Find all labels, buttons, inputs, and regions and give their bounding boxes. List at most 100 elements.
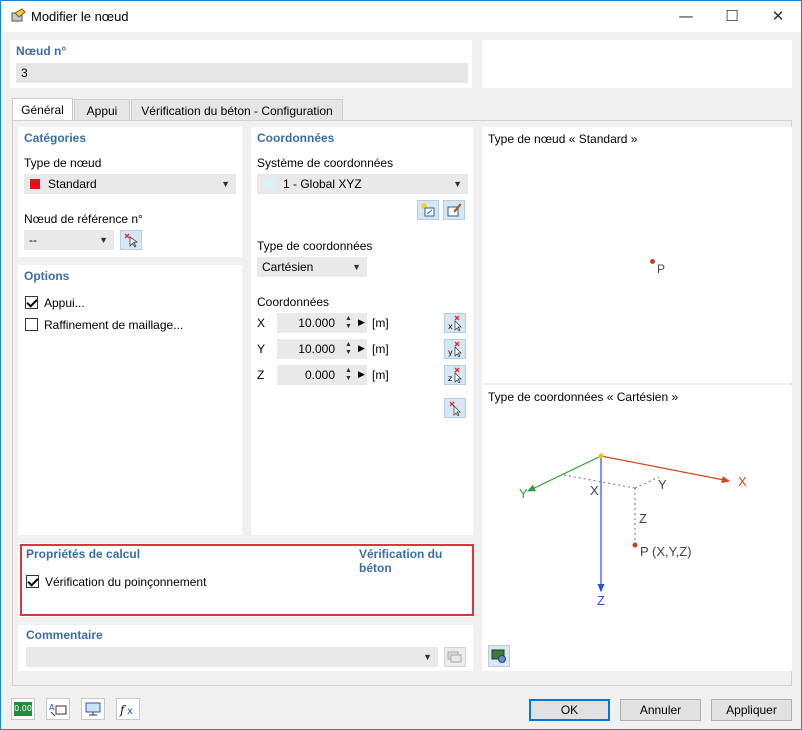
new-coordinate-system-button[interactable] <box>417 200 439 220</box>
display-settings-icon <box>85 702 101 716</box>
coordinate-y-input[interactable]: 10.000 <box>277 339 367 359</box>
node-numbering-icon: A <box>49 703 67 717</box>
coordinate-system-select[interactable]: 1 - Global XYZ ▼ <box>257 174 468 194</box>
coordinate-type-label: Type de coordonnées <box>257 239 373 253</box>
pick-reference-node-button[interactable] <box>120 230 142 250</box>
tab-support[interactable]: Appui <box>74 99 130 121</box>
formula-button[interactable]: fx <box>116 698 140 720</box>
chevron-down-icon: ▼ <box>99 235 108 245</box>
pick-x-icon: x <box>448 315 462 331</box>
coordinates-panel: Coordonnées Système de coordonnées 1 - G… <box>251 127 473 535</box>
reference-node-select[interactable]: -- ▼ <box>24 230 114 250</box>
window-title: Modifier le nœud <box>31 9 129 24</box>
comment-title: Commentaire <box>26 628 103 642</box>
pick-y-button[interactable]: y <box>444 339 466 359</box>
svg-text:y: y <box>448 348 453 357</box>
ok-button[interactable]: OK <box>529 699 610 721</box>
axis-x-label: X <box>257 316 266 330</box>
node-point <box>650 259 655 264</box>
node-type-preview: Type de nœud « Standard » P <box>482 127 792 383</box>
coordinate-x-input[interactable]: 10.000 <box>277 313 367 333</box>
tab-general[interactable]: Général <box>12 98 73 122</box>
mesh-refinement-checkbox-label[interactable]: Raffinement de maillage... <box>44 318 183 332</box>
categories-panel: Catégories Type de nœud Standard ▼ Nœud … <box>18 127 242 257</box>
z-axis-label: Z <box>597 593 605 608</box>
z-coord-label: Z <box>639 511 647 526</box>
x-spinner-icon[interactable]: ▲ ▼ <box>345 315 352 331</box>
decimal-places-icon: 0.00 <box>14 702 32 716</box>
x-unit: [m] <box>372 316 389 330</box>
preview-options-button[interactable] <box>488 645 510 667</box>
node-type-select[interactable]: Standard ▼ <box>24 174 236 194</box>
target-point <box>632 542 638 548</box>
coordinates-label: Coordonnées <box>257 295 330 309</box>
dialog-window: Modifier le nœud — ☐ ✕ Nœud n° 3 Général… <box>0 0 802 730</box>
display-settings-button[interactable] <box>81 698 105 720</box>
y-spinner-icon[interactable]: ▲ ▼ <box>345 341 352 357</box>
z-unit: [m] <box>372 368 389 382</box>
pick-position-icon <box>449 401 461 416</box>
y-coord-label: Y <box>658 477 667 492</box>
y-unit: [m] <box>372 342 389 356</box>
y-step-arrow-icon[interactable]: ▶ <box>358 343 365 354</box>
svg-text:f: f <box>119 703 127 717</box>
close-button[interactable]: ✕ <box>755 1 801 32</box>
pick-y-icon: y <box>448 341 462 357</box>
node-type-value: Standard <box>48 177 97 191</box>
origin-point <box>598 453 604 459</box>
coordinate-type-select[interactable]: Cartésien ▼ <box>257 257 367 277</box>
decimal-places-button[interactable]: 0.00 <box>11 698 35 720</box>
z-step-arrow-icon[interactable]: ▶ <box>358 369 365 380</box>
apply-button[interactable]: Appliquer <box>711 699 792 721</box>
x-axis-label: X <box>738 474 747 489</box>
x-step-arrow-icon[interactable]: ▶ <box>358 317 365 328</box>
node-number-field[interactable]: 3 <box>16 63 468 83</box>
mesh-refinement-checkbox[interactable] <box>25 318 38 331</box>
comment-input[interactable]: ▼ <box>26 647 438 667</box>
coordinates-title: Coordonnées <box>257 131 335 145</box>
maximize-button[interactable]: ☐ <box>709 1 755 32</box>
coordinate-system-swatch <box>263 179 275 189</box>
edit-coordinate-system-icon <box>447 203 462 217</box>
app-icon <box>10 8 26 27</box>
coordinate-system-label: Système de coordonnées <box>257 156 394 170</box>
coordinate-z-input[interactable]: 0.000 <box>277 365 367 385</box>
svg-text:z: z <box>448 374 452 383</box>
minimize-button[interactable]: — <box>663 1 709 32</box>
pick-x-button[interactable]: x <box>444 313 466 333</box>
chevron-down-icon: ▼ <box>352 262 361 272</box>
coordinate-type-value: Cartésien <box>262 260 314 274</box>
node-point-label: P <box>657 262 666 276</box>
comment-library-button[interactable] <box>444 647 466 667</box>
node-description-panel <box>482 40 792 88</box>
options-title: Options <box>24 269 70 283</box>
z-spinner-icon[interactable]: ▲ ▼ <box>345 367 352 383</box>
node-numbering-button[interactable]: A <box>46 698 70 720</box>
pick-z-button[interactable]: z <box>444 365 466 385</box>
edit-coordinate-system-button[interactable] <box>443 200 465 220</box>
support-checkbox-label[interactable]: Appui... <box>44 296 85 310</box>
cancel-button[interactable]: Annuler <box>620 699 701 721</box>
tab-concrete-design-config[interactable]: Vérification du béton - Configuration <box>131 99 343 121</box>
categories-title: Catégories <box>24 131 87 145</box>
axis-z-label: Z <box>257 368 265 382</box>
coordinate-diagram <box>526 453 731 593</box>
point-coord-label: P (X,Y,Z) <box>640 544 692 559</box>
node-number-panel: Nœud n° 3 <box>10 40 472 88</box>
svg-text:x: x <box>448 322 453 331</box>
coordinate-system-value: 1 - Global XYZ <box>283 177 362 191</box>
reference-node-value: -- <box>29 233 37 247</box>
node-type-color-swatch <box>30 179 40 189</box>
support-checkbox[interactable] <box>25 296 38 309</box>
pick-node-position-button[interactable] <box>444 398 466 418</box>
chevron-down-icon: ▼ <box>221 179 230 189</box>
pick-z-icon: z <box>448 367 462 383</box>
preview-settings-icon <box>491 649 506 663</box>
chevron-down-icon: ▼ <box>453 179 462 189</box>
x-projection-line <box>563 474 636 489</box>
chevron-down-icon: ▼ <box>423 652 432 662</box>
y-projection-line <box>634 476 660 489</box>
comment-panel: Commentaire ▼ <box>18 625 473 671</box>
highlight-frame <box>20 544 474 616</box>
node-type-preview-title: Type de nœud « Standard » <box>488 132 638 146</box>
